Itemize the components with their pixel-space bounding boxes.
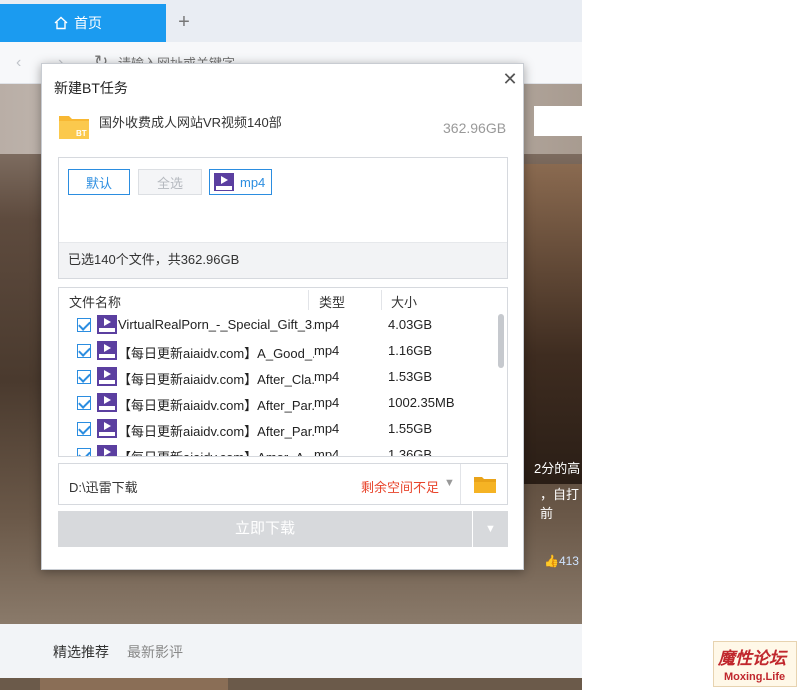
file-type: mp4 xyxy=(314,421,340,436)
task-name: 国外收费成人网站VR视频140部 xyxy=(99,115,282,130)
column-header-size[interactable]: 大小 xyxy=(391,292,417,311)
poster-search-box[interactable] xyxy=(534,106,582,136)
poster-caption: ，自打前 xyxy=(540,487,580,521)
mp4-filter-label: mp4 xyxy=(240,174,266,190)
back-button[interactable]: ‹ xyxy=(16,54,21,72)
scrollbar[interactable] xyxy=(498,314,504,368)
column-divider[interactable] xyxy=(308,290,309,310)
column-header-name[interactable]: 文件名称 xyxy=(69,292,121,311)
file-checkbox[interactable] xyxy=(77,344,91,358)
new-bt-task-dialog: 新建BT任务 ✕ BT 国外收费成人网站VR视频140部 362.96GB 默认… xyxy=(41,63,524,570)
likes-count[interactable]: 👍413 xyxy=(544,554,579,568)
divider xyxy=(460,464,461,504)
mp4-file-icon xyxy=(97,419,117,438)
poster-figure xyxy=(520,164,582,484)
svg-text:BT: BT xyxy=(76,129,87,138)
chevron-down-icon[interactable]: ▼ xyxy=(444,477,455,489)
file-size: 4.03GB xyxy=(388,317,433,332)
file-name: 【每日更新aiaidv.com】After_Par... xyxy=(118,424,314,439)
home-icon xyxy=(54,16,68,30)
mp4-filter-button[interactable]: mp4 xyxy=(209,169,272,195)
poster-caption: 2分的高 xyxy=(534,461,581,476)
file-size: 1.36GB xyxy=(388,447,433,457)
file-name: 【每日更新aiaidv.com】A_Good_... xyxy=(118,346,314,361)
column-header-type[interactable]: 类型 xyxy=(319,292,345,311)
tab-bar: 首页 + xyxy=(0,0,582,42)
file-name: 【每日更新aiaidv.com】Amor_A... xyxy=(118,447,314,456)
mp4-file-icon xyxy=(97,341,117,360)
default-filter-button[interactable]: 默认 xyxy=(68,169,130,195)
download-options-button[interactable]: ▼ xyxy=(473,511,508,547)
mp4-file-icon xyxy=(97,315,117,334)
file-size: 1.55GB xyxy=(388,421,433,436)
file-checkbox[interactable] xyxy=(77,318,91,332)
file-row[interactable]: 【每日更新aiaidv.com】A_Good_... mp4 1.16GB xyxy=(59,338,499,364)
column-divider[interactable] xyxy=(381,290,382,310)
mp4-file-icon xyxy=(97,445,117,456)
mp4-file-icon xyxy=(97,367,117,386)
file-row[interactable]: 【每日更新aiaidv.com】Amor_A...mp4 1.36GB xyxy=(59,442,499,457)
file-row[interactable]: VirtualRealPorn_-_Special_Gift_3... mp4 4.… xyxy=(59,312,499,338)
file-type: mp4 xyxy=(314,343,340,358)
select-all-button[interactable]: 全选 xyxy=(138,169,202,195)
tab-latest-reviews[interactable]: 最新影评 xyxy=(127,642,183,662)
space-warning: 剩余空间不足 xyxy=(361,480,440,495)
file-checkbox[interactable] xyxy=(77,422,91,436)
thumbnail-strip xyxy=(40,678,228,690)
save-path-field[interactable]: D:\迅雷下载 xyxy=(69,477,138,496)
bt-folder-icon: BT xyxy=(59,116,89,139)
tab-featured[interactable]: 精选推荐 xyxy=(53,642,109,662)
dialog-title: 新建BT任务 xyxy=(54,80,128,96)
file-size: 1.16GB xyxy=(388,343,433,358)
file-type: mp4 xyxy=(314,317,340,332)
file-type: mp4 xyxy=(314,369,340,384)
file-type: mp4 xyxy=(314,395,340,410)
file-name: 【每日更新aiaidv.com】After_Par... xyxy=(118,398,314,413)
tab-home-label: 首页 xyxy=(74,15,102,31)
forum-watermark-logo: 魔性论坛 Moxing.Life xyxy=(713,641,797,687)
tab-home[interactable]: 首页 xyxy=(0,4,166,42)
filter-panel: 默认 全选 mp4 已选140个文件，共362.96GB xyxy=(58,157,508,279)
file-list: 文件名称 类型 大小 VirtualRealPorn_-_Special_Gif… xyxy=(58,287,508,457)
watermark-title: 魔性论坛 xyxy=(718,649,786,669)
selected-summary: 已选140个文件，共362.96GB xyxy=(59,242,507,278)
task-size: 362.96GB xyxy=(443,120,507,136)
thumbs-up-icon: 👍 xyxy=(544,554,559,568)
file-checkbox[interactable] xyxy=(77,448,91,456)
list-header: 文件名称 类型 大小 xyxy=(59,288,507,312)
save-path-row: D:\迅雷下载 剩余空间不足 ▼ xyxy=(58,463,508,505)
file-size: 1.53GB xyxy=(388,369,433,384)
file-size: 1002.35MB xyxy=(388,395,455,410)
file-checkbox[interactable] xyxy=(77,396,91,410)
folder-icon[interactable] xyxy=(473,474,497,494)
close-button[interactable]: ✕ xyxy=(501,70,519,88)
file-name: VirtualRealPorn_-_Special_Gift_3... xyxy=(118,317,314,332)
download-now-button[interactable]: 立即下载 xyxy=(58,511,472,547)
file-row[interactable]: 【每日更新aiaidv.com】After_Par... mp4 1002.35MB xyxy=(59,390,499,416)
file-checkbox[interactable] xyxy=(77,370,91,384)
mp4-file-icon xyxy=(214,173,234,191)
watermark-subtitle: Moxing.Life xyxy=(724,671,786,683)
file-row[interactable]: 【每日更新aiaidv.com】After_Cla... mp4 1.53GB xyxy=(59,364,499,390)
file-type: mp4 xyxy=(314,447,340,457)
new-tab-button[interactable]: + xyxy=(174,10,194,34)
recommend-bar: 精选推荐 最新影评 xyxy=(0,624,582,678)
file-row[interactable]: 【每日更新aiaidv.com】After_Par... mp4 1.55GB xyxy=(59,416,499,442)
file-name: 【每日更新aiaidv.com】After_Cla... xyxy=(118,372,314,387)
mp4-file-icon xyxy=(97,393,117,412)
